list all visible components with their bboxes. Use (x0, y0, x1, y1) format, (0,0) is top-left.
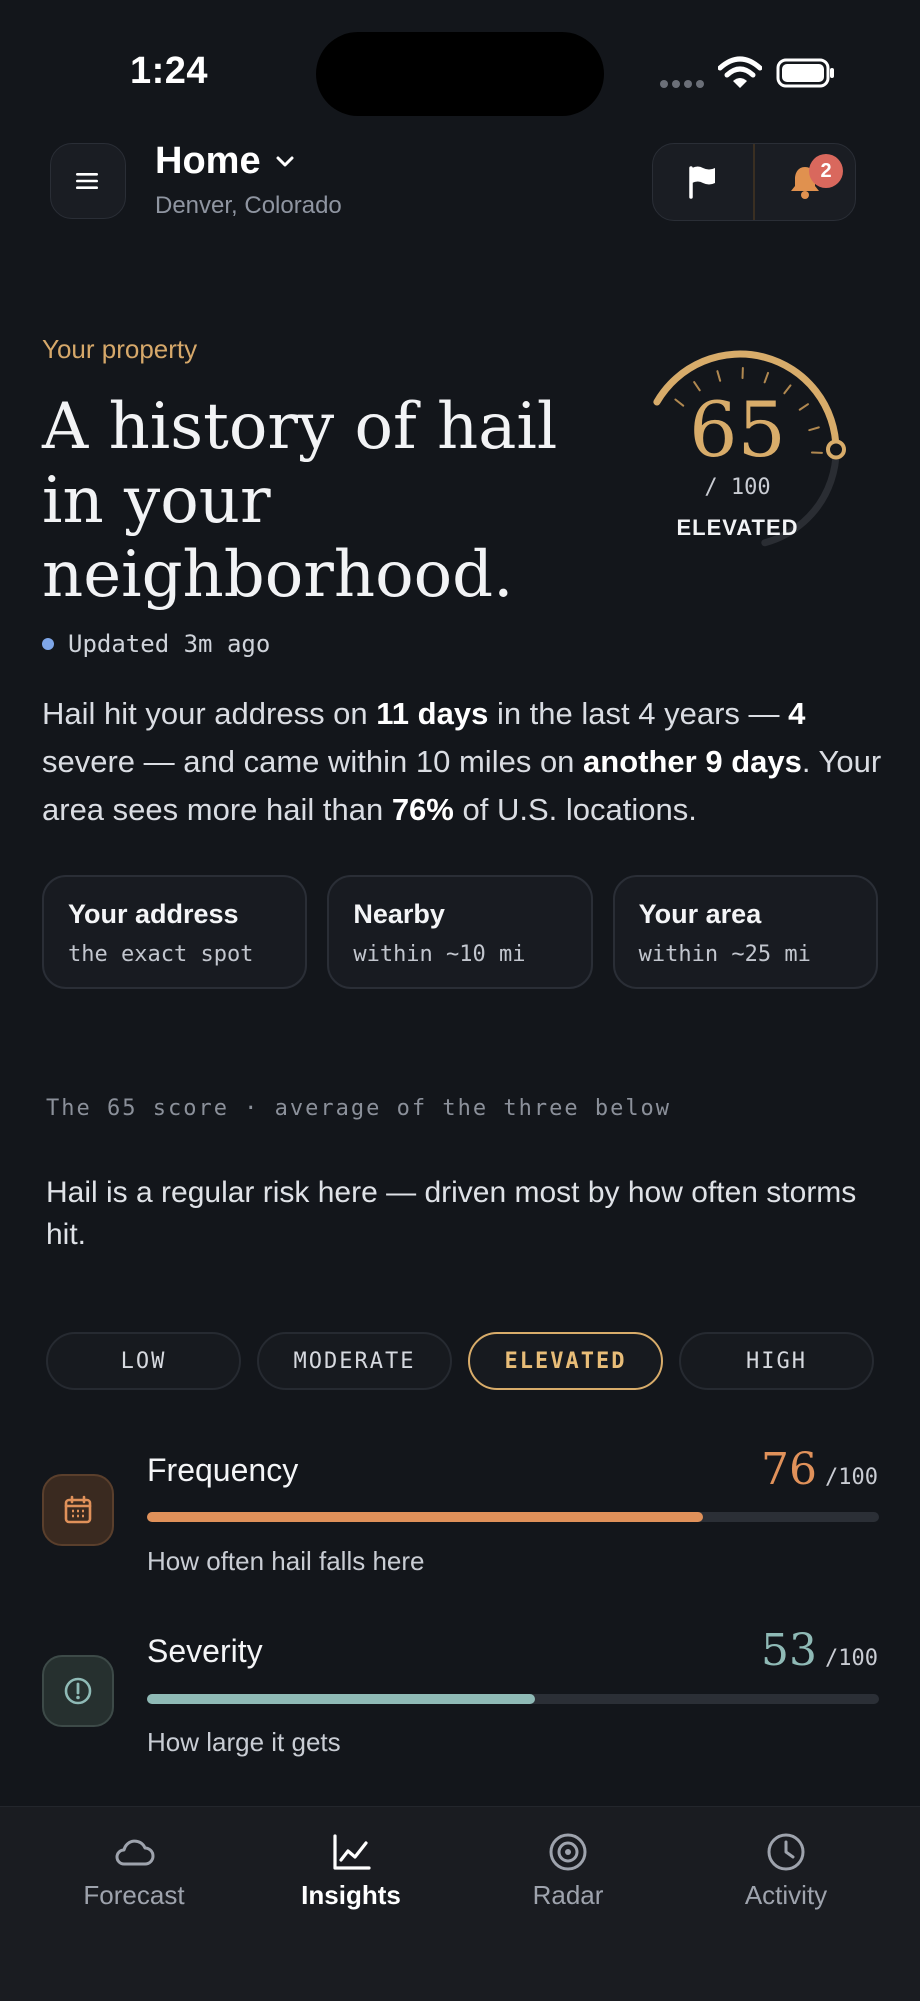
notifications-button[interactable]: 2 (753, 144, 855, 220)
cloud-icon (112, 1830, 156, 1874)
clock-icon (764, 1830, 808, 1874)
chevron-down-icon (275, 155, 295, 169)
tab-activity[interactable]: Activity (686, 1830, 886, 1911)
hamburger-icon (74, 170, 102, 192)
scope-card-area[interactable]: Your area within ~25 mi (613, 875, 878, 989)
notification-badge: 2 (809, 154, 843, 188)
battery-icon (776, 58, 836, 88)
level-high: HIGH (679, 1332, 874, 1390)
frequency-max: /100 (825, 1465, 878, 1490)
summary-highlight: 4 (788, 696, 805, 731)
scope-card-nearby[interactable]: Nearby within ~10 mi (327, 875, 592, 989)
menu-button[interactable] (50, 143, 126, 219)
summary-highlight: 76% (392, 792, 454, 827)
flag-icon (687, 165, 719, 199)
frequency-bar (147, 1512, 879, 1522)
summary-highlight: another 9 days (583, 744, 802, 779)
risk-score-max: / 100 (640, 475, 835, 500)
tab-label: Activity (745, 1880, 827, 1911)
dynamic-island (316, 32, 604, 116)
scope-title: Your address (68, 899, 281, 930)
severity-description: How large it gets (147, 1727, 341, 1758)
summary-text: in the last 4 years — (488, 696, 788, 731)
risk-level-label: ELEVATED (640, 515, 835, 541)
frequency-metric-icon-box (42, 1474, 114, 1546)
location-title: Home (155, 140, 261, 183)
tab-label: Radar (533, 1880, 604, 1911)
summary-text: of U.S. locations. (454, 792, 697, 827)
tab-insights[interactable]: Insights (251, 1830, 451, 1911)
summary-text: severe — and came within 10 miles on (42, 744, 583, 779)
level-low: LOW (46, 1332, 241, 1390)
scope-title: Nearby (353, 899, 566, 930)
tab-radar[interactable]: Radar (468, 1830, 668, 1911)
frequency-bar-fill (147, 1512, 703, 1522)
severity-value: 53 (761, 1625, 817, 1676)
scope-subtitle: within ~25 mi (639, 942, 852, 967)
page-title: A history of hail in your neighborhood. (42, 390, 602, 612)
severity-score: 53 /100 (761, 1625, 878, 1676)
score-explanation: The 65 score · average of the three belo… (46, 1096, 671, 1121)
hail-summary: Hail hit your address on 11 days in the … (42, 690, 882, 834)
frequency-score: 76 /100 (761, 1444, 878, 1495)
section-eyebrow: Your property (42, 334, 197, 365)
severity-bar (147, 1694, 879, 1704)
gauge-tick (717, 371, 720, 381)
risk-score-value: 65 (640, 385, 835, 474)
calendar-icon (62, 1494, 94, 1526)
status-time: 1:24 (130, 50, 208, 93)
tab-forecast[interactable]: Forecast (34, 1830, 234, 1911)
summary-highlight: 11 days (376, 696, 488, 731)
tab-label: Insights (301, 1880, 401, 1911)
cellular-signal-icon (660, 80, 704, 90)
level-moderate: MODERATE (257, 1332, 452, 1390)
severity-max: /100 (825, 1646, 878, 1671)
chart-line-icon (329, 1830, 373, 1874)
scope-subtitle: within ~10 mi (353, 942, 566, 967)
scope-selector: Your address the exact spot Nearby withi… (42, 875, 878, 989)
gauge-tick (765, 373, 768, 382)
scope-title: Your area (639, 899, 852, 930)
location-selector[interactable]: Home (155, 140, 295, 183)
scope-card-address[interactable]: Your address the exact spot (42, 875, 307, 989)
updated-status: Updated 3m ago (42, 630, 270, 658)
status-dot (42, 638, 54, 650)
severity-bar-fill (147, 1694, 535, 1704)
header-actions: 2 (652, 143, 856, 221)
frequency-title: Frequency (147, 1452, 298, 1489)
scope-subtitle: the exact spot (68, 942, 281, 967)
wifi-icon (718, 56, 762, 90)
updated-text: Updated 3m ago (68, 630, 270, 658)
level-elevated: ELEVATED (468, 1332, 663, 1390)
alert-circle-icon (62, 1675, 94, 1707)
risk-level-scale: LOW MODERATE ELEVATED HIGH (46, 1332, 874, 1390)
frequency-description: How often hail falls here (147, 1546, 424, 1577)
score-description: Hail is a regular risk here — driven mos… (46, 1172, 866, 1256)
severity-metric-icon-box (42, 1655, 114, 1727)
tab-label: Forecast (83, 1880, 184, 1911)
radar-icon (546, 1830, 590, 1874)
severity-title: Severity (147, 1633, 263, 1670)
frequency-value: 76 (761, 1444, 817, 1495)
summary-text: Hail hit your address on (42, 696, 376, 731)
flag-button[interactable] (653, 144, 753, 220)
location-subtitle: Denver, Colorado (155, 192, 342, 220)
